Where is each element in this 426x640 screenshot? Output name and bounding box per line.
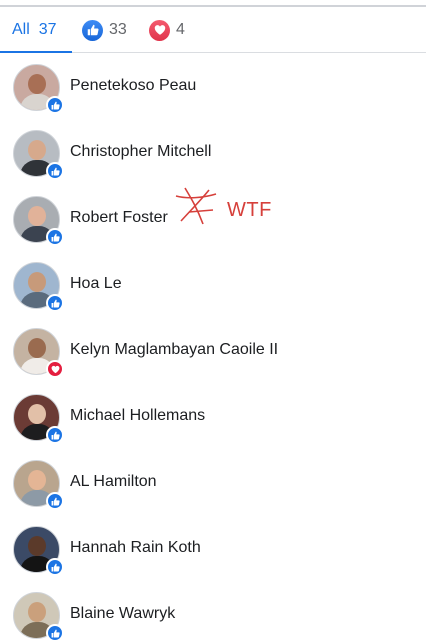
list-item[interactable]: Kelyn Maglambayan Caoile II <box>0 318 426 384</box>
reactor-name[interactable]: Penetekoso Peau <box>70 77 196 95</box>
list-item[interactable]: Penetekoso Peau <box>0 54 426 120</box>
reactor-name[interactable]: Michael Hollemans <box>70 407 205 425</box>
like-badge-icon <box>46 96 64 114</box>
tab-like-count: 33 <box>109 21 127 38</box>
reactor-name[interactable]: AL Hamilton <box>70 473 157 491</box>
active-tab-indicator <box>0 51 72 53</box>
list-item[interactable]: Robert Foster <box>0 186 426 252</box>
heart-icon <box>149 19 170 41</box>
like-badge-icon <box>46 426 64 444</box>
like-badge-icon <box>46 492 64 510</box>
tab-all-count: 37 <box>38 21 57 38</box>
tab-love-count: 4 <box>176 21 185 38</box>
list-item[interactable]: Christopher Mitchell <box>0 120 426 186</box>
list-item[interactable]: AL Hamilton <box>0 450 426 516</box>
reactor-name[interactable]: Robert Foster <box>70 209 168 227</box>
like-badge-icon <box>46 162 64 180</box>
list-item[interactable]: Blaine Wawryk <box>0 582 426 640</box>
tab-love[interactable]: 4 <box>149 7 185 53</box>
reactor-name[interactable]: Christopher Mitchell <box>70 143 211 161</box>
list-item[interactable]: Hannah Rain Koth <box>0 516 426 582</box>
reactor-name[interactable]: Kelyn Maglambayan Caoile II <box>70 341 278 359</box>
tab-like[interactable]: 33 <box>82 7 127 53</box>
reactor-name[interactable]: Hannah Rain Koth <box>70 539 201 557</box>
thumbs-up-icon <box>82 19 103 41</box>
like-badge-icon <box>46 228 64 246</box>
tab-all-label: All <box>12 21 30 38</box>
reaction-tabs: All 37 33 4 <box>0 7 426 53</box>
like-badge-icon <box>46 624 64 640</box>
like-badge-icon <box>46 294 64 312</box>
list-item[interactable]: Michael Hollemans <box>0 384 426 450</box>
reactor-list: Penetekoso Peau Christopher Mitchell Rob… <box>0 54 426 640</box>
reactor-name[interactable]: Blaine Wawryk <box>70 605 175 623</box>
reactor-name[interactable]: Hoa Le <box>70 275 122 293</box>
heart-badge-icon <box>46 360 64 378</box>
tab-all[interactable]: All 37 <box>12 7 57 53</box>
list-item[interactable]: Hoa Le <box>0 252 426 318</box>
like-badge-icon <box>46 558 64 576</box>
